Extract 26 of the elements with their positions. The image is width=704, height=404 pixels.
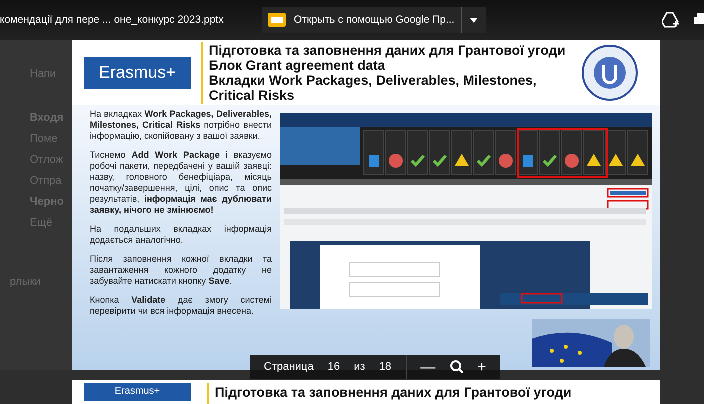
slide-paragraph: Після заповнення кожної вкладки та завантаження кожного додатку не забувайте натискати кнопку Save. bbox=[90, 254, 272, 287]
page-total: 18 bbox=[379, 361, 392, 373]
slide-paragraph: Тиснемо Add Work Package і вказуємо робочі пакети, передбачені у вашій заявці: назву, головного бенефіціара, місяць початку/завершення, цілі, опис та опис результатів, інформація має дублювати заявку, нічого не змінюємо! bbox=[90, 150, 272, 216]
emblem-icon bbox=[582, 44, 638, 100]
zoom-icon[interactable] bbox=[450, 360, 464, 374]
slides-icon bbox=[268, 13, 286, 27]
page-number: 16 bbox=[328, 361, 340, 373]
dropdown-button[interactable] bbox=[460, 7, 486, 33]
slide-title: Підготовка та заповнення даних для Грантової угоди bbox=[215, 385, 572, 400]
erasmus-logo: Erasmus+ bbox=[84, 56, 191, 88]
zoom-out-button[interactable]: — bbox=[420, 358, 436, 376]
slide-title: Блок Grant agreement data bbox=[209, 58, 386, 72]
slide-paragraph: Кнопка Validate дає змогу системі перевірити чи вся інформація внесена. bbox=[90, 295, 272, 317]
slide-title: Підготовка та заповнення даних для Грантової угоди bbox=[209, 42, 567, 58]
erasmus-logo: Erasmus+ bbox=[84, 383, 191, 401]
slide-title: Вкладки Work Packages, Deliverables, Milestones, bbox=[209, 72, 538, 88]
zoom-in-button[interactable]: + bbox=[478, 358, 486, 376]
slide-title: Critical Risks bbox=[209, 88, 296, 102]
slide-paragraph: На подальших вкладках інформація додається аналогічно. bbox=[90, 224, 272, 246]
caret-icon bbox=[470, 18, 478, 22]
page-of: из bbox=[354, 361, 366, 373]
add-to-drive-icon[interactable] bbox=[662, 12, 680, 28]
page-label: Страница bbox=[264, 361, 314, 373]
open-with-button[interactable]: Открыть с помощью Google Пр... bbox=[262, 7, 461, 33]
file-name: комендації для пере ... оне_конкурс 2023.pptx bbox=[0, 14, 225, 26]
slide-paragraph: На вкладках Work Packages, Deliverables, Milestones, Critical Risks потрібно внести інформацію, скопійовану з вашої заявки. bbox=[90, 109, 272, 142]
